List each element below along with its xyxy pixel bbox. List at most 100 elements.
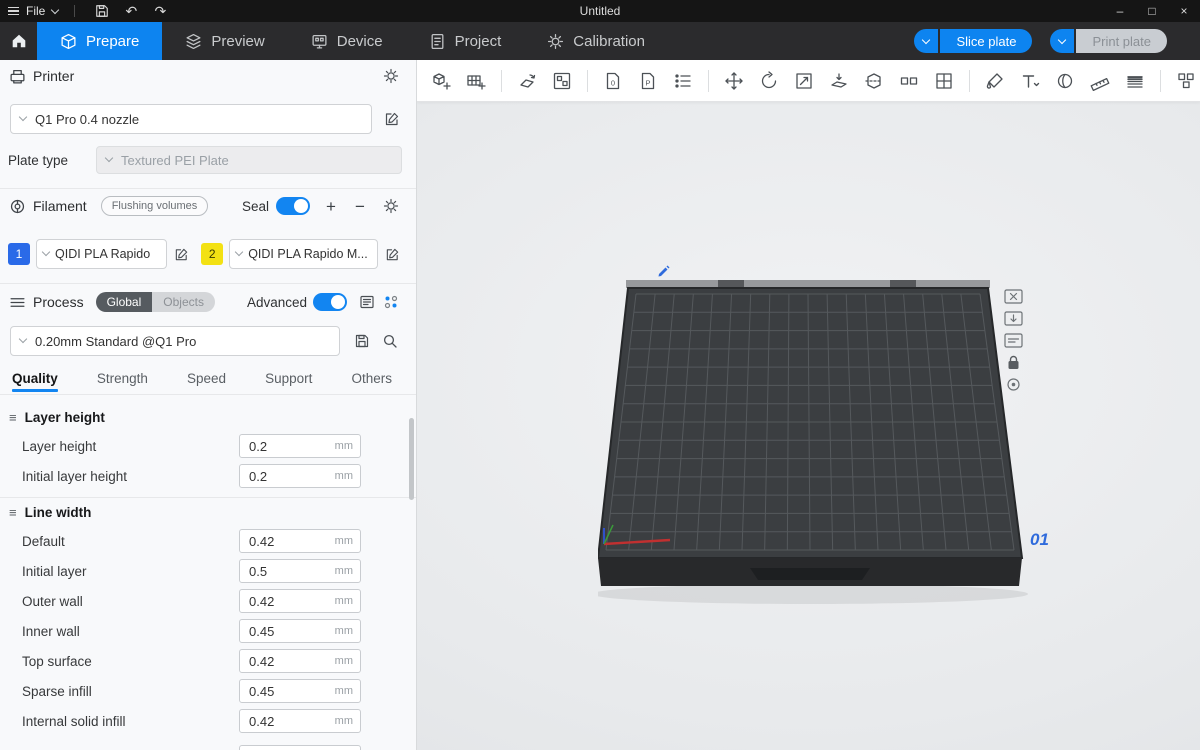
top-surface-line-width-input[interactable]: 0.42 mm (239, 649, 361, 673)
filament-1-dropdown[interactable]: QIDI PLA Rapido (36, 239, 167, 269)
undo-icon[interactable]: ↶ (120, 0, 142, 22)
scope-objects[interactable]: Objects (152, 292, 215, 312)
scale-icon[interactable] (794, 70, 814, 92)
save-preset-icon[interactable] (352, 331, 372, 351)
measure-icon[interactable] (1090, 70, 1110, 92)
add-object-icon[interactable] (431, 70, 451, 92)
arrange-icon[interactable] (552, 70, 572, 92)
window-title: Untitled (0, 0, 1200, 22)
outer-wall-line-width-input[interactable]: 0.42 mm (239, 589, 361, 613)
tab-calibration[interactable]: Calibration (524, 22, 668, 60)
color-paint-icon[interactable] (985, 70, 1005, 92)
minimize-button[interactable]: – (1104, 0, 1136, 22)
seam-paint-icon[interactable] (1055, 70, 1075, 92)
layer-height-input[interactable]: 0.2 mm (239, 434, 361, 458)
seal-toggle[interactable] (276, 197, 310, 215)
rename-plate-icon[interactable] (1002, 332, 1024, 349)
edit-plate-pencil-icon[interactable] (656, 263, 670, 280)
scope-global[interactable]: Global (96, 292, 153, 312)
tab-device[interactable]: Device (288, 22, 406, 60)
orient-plate-icon[interactable] (1002, 310, 1024, 327)
auto-orient-icon[interactable] (517, 70, 537, 92)
lock-plate-icon[interactable] (1002, 354, 1024, 371)
text-icon[interactable] (1020, 70, 1040, 92)
variable-layer-height-icon[interactable] (1125, 70, 1145, 92)
tab-speed[interactable]: Speed (187, 371, 226, 392)
slice-plate-button[interactable]: Slice plate (940, 29, 1032, 53)
process-preset-dropdown[interactable]: 0.20mm Standard @Q1 Pro (10, 326, 340, 356)
cut-icon[interactable] (864, 70, 884, 92)
rotate-icon[interactable] (759, 70, 779, 92)
internal-solid-infill-line-width-input[interactable]: 0.42 mm (239, 709, 361, 733)
process-icon (9, 294, 26, 311)
tab-project[interactable]: Project (406, 22, 525, 60)
tab-prepare[interactable]: Prepare (37, 22, 162, 60)
home-button[interactable] (0, 22, 37, 60)
chevron-down-icon[interactable] (51, 5, 59, 13)
slice-options-chevron-icon[interactable] (914, 29, 938, 53)
delete-plate-icon[interactable] (1002, 288, 1024, 305)
tab-preview[interactable]: Preview (162, 22, 287, 60)
file-menu[interactable]: File (26, 4, 45, 18)
plate-settings-icon[interactable] (1002, 376, 1024, 393)
sidebar-scrollbar[interactable] (409, 418, 414, 500)
divider (501, 70, 502, 92)
assembly-view-icon[interactable] (1176, 70, 1196, 92)
close-button[interactable]: × (1168, 0, 1200, 22)
plate-type-dropdown[interactable]: Textured PEI Plate (96, 146, 402, 174)
search-icon[interactable] (380, 331, 400, 351)
save-icon[interactable] (91, 0, 113, 22)
redo-icon[interactable]: ↷ (149, 0, 171, 22)
import-project-icon[interactable]: P (638, 70, 658, 92)
sparse-infill-line-width-input[interactable]: 0.45 mm (239, 679, 361, 703)
add-filament-button[interactable]: + (323, 198, 339, 215)
filament-1-badge[interactable]: 1 (8, 243, 30, 265)
maximize-button[interactable]: □ (1136, 0, 1168, 22)
tab-support[interactable]: Support (265, 371, 312, 392)
compare-presets-icon[interactable] (381, 292, 401, 312)
build-plate (598, 278, 1068, 618)
remove-filament-button[interactable]: − (352, 198, 368, 215)
printer-preset-dropdown[interactable]: Q1 Pro 0.4 nozzle (10, 104, 372, 134)
settings-partial-input[interactable] (239, 745, 361, 750)
import-geometry-icon[interactable]: 0 (603, 70, 623, 92)
printer-icon (9, 68, 26, 85)
svg-text:0: 0 (611, 78, 615, 87)
divider (587, 70, 588, 92)
viewport-3d[interactable]: 01 (417, 102, 1200, 750)
plate-number-label[interactable]: 01 (1030, 530, 1049, 550)
advanced-toggle[interactable] (313, 293, 347, 311)
filament-2-dropdown[interactable]: QIDI PLA Rapido M... (229, 239, 378, 269)
advanced-label: Advanced (247, 295, 307, 310)
add-plate-icon[interactable] (466, 70, 486, 92)
print-options-chevron-icon[interactable] (1050, 29, 1074, 53)
default-line-width-input[interactable]: 0.42 mm (239, 529, 361, 553)
move-icon[interactable] (724, 70, 744, 92)
settings-row: Layer height 0.2 mm (0, 431, 416, 461)
inner-wall-line-width-input[interactable]: 0.45 mm (239, 619, 361, 643)
divider (708, 70, 709, 92)
flushing-volumes-button[interactable]: Flushing volumes (101, 196, 209, 216)
parameter-list-icon[interactable] (357, 292, 377, 312)
filament-section-header: Filament Flushing volumes Seal + − (0, 191, 416, 221)
printer-settings-gear-icon[interactable] (381, 66, 401, 86)
initial-layer-height-input[interactable]: 0.2 mm (239, 464, 361, 488)
filament-2-badge[interactable]: 2 (201, 243, 223, 265)
tab-quality[interactable]: Quality (12, 371, 58, 392)
slice-plate-group: Slice plate (914, 29, 1032, 53)
divider (74, 5, 75, 17)
split-parts-icon[interactable] (934, 70, 954, 92)
initial-layer-line-width-input[interactable]: 0.5 mm (239, 559, 361, 583)
tab-others[interactable]: Others (351, 371, 392, 392)
filament-1-edit-icon[interactable] (171, 244, 191, 264)
flatten-icon[interactable] (829, 70, 849, 92)
printer-edit-icon[interactable] (382, 109, 402, 129)
filament-2-edit-icon[interactable] (382, 244, 402, 264)
split-objects-icon[interactable] (899, 70, 919, 92)
menu-icon[interactable] (8, 7, 19, 16)
group-line-width: ≡ Line width (0, 498, 416, 526)
print-plate-button[interactable]: Print plate (1076, 29, 1167, 53)
object-list-icon[interactable] (673, 70, 693, 92)
filament-settings-gear-icon[interactable] (381, 196, 401, 216)
tab-strength[interactable]: Strength (97, 371, 148, 392)
